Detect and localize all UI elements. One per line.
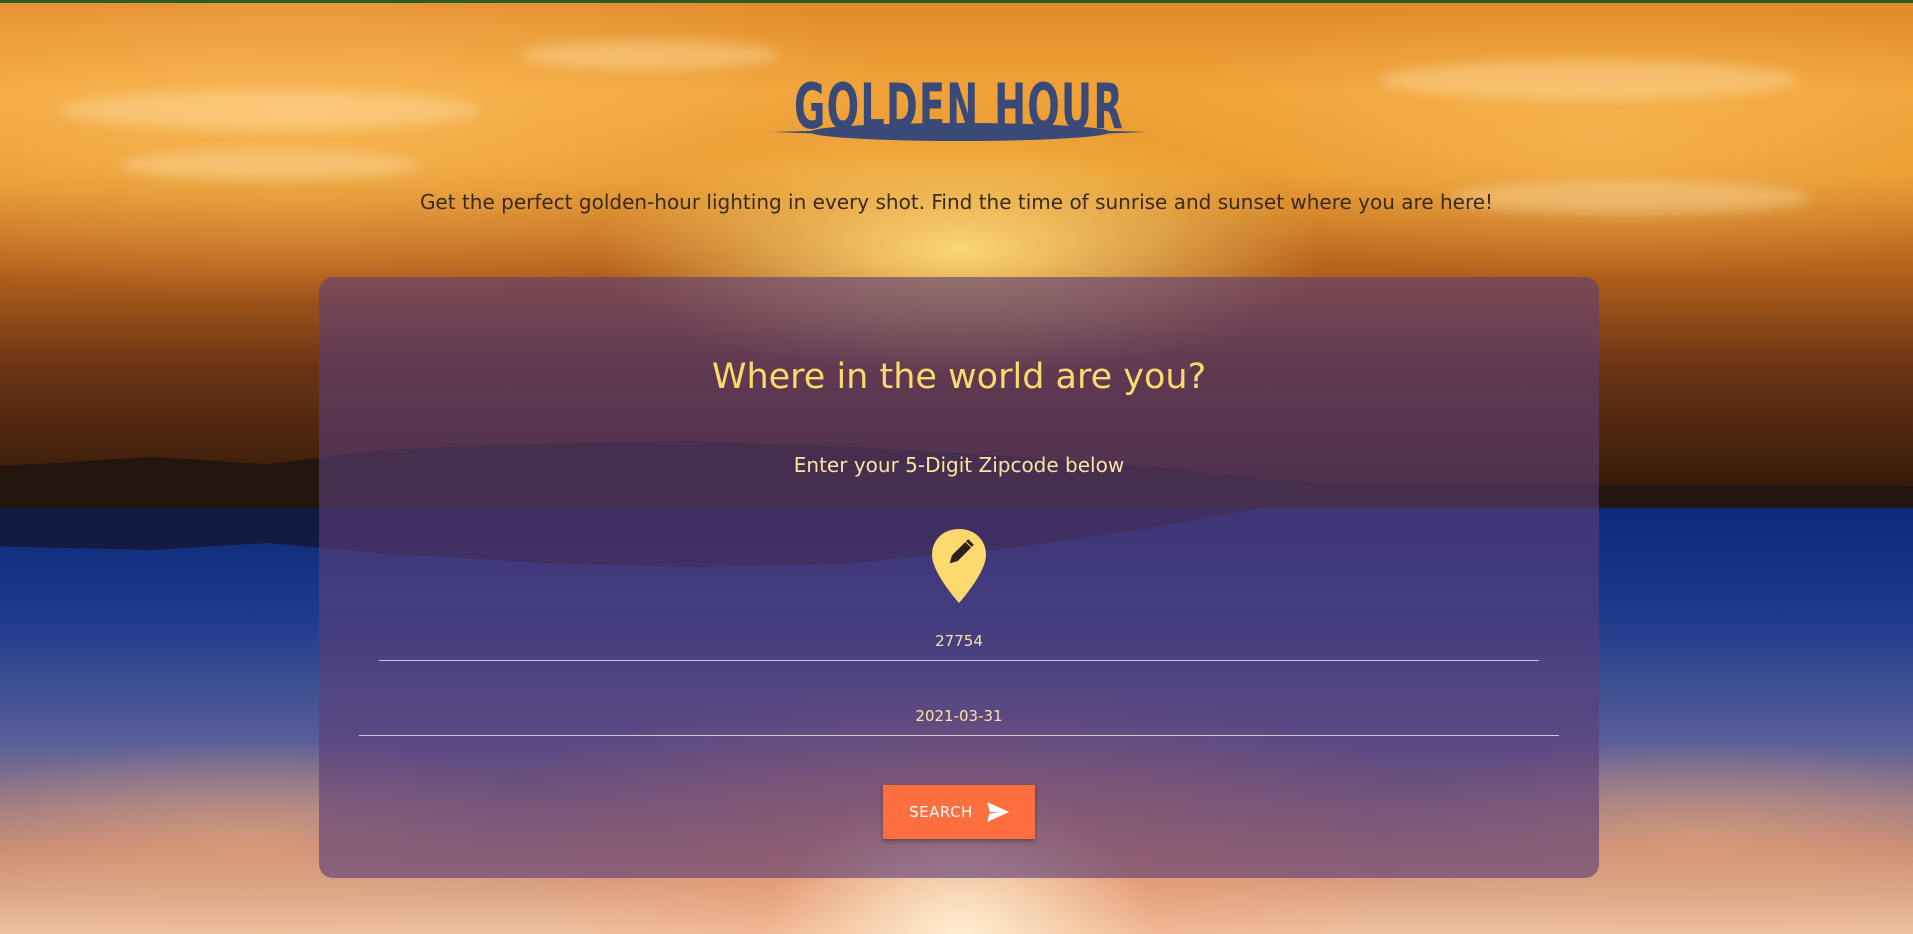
card-subtitle: Enter your 5-Digit Zipcode below — [793, 453, 1125, 477]
cloud — [60, 90, 480, 130]
search-button-label: SEARCH — [909, 803, 973, 821]
date-input[interactable] — [359, 697, 1559, 736]
tagline: Get the perfect golden-hour lighting in … — [419, 190, 1494, 214]
cloud — [1380, 60, 1800, 100]
search-button[interactable]: SEARCH — [883, 785, 1035, 839]
map-pin-pencil-icon — [932, 529, 986, 603]
zipcode-input[interactable] — [379, 622, 1539, 661]
cloud — [120, 150, 420, 180]
golden-hour-logo: GOLDEN HOUR — [772, 70, 1147, 143]
card-title: Where in the world are you? — [711, 357, 1207, 397]
cloud — [520, 40, 780, 70]
top-border — [0, 0, 1913, 3]
logo-text: GOLDEN HOUR — [794, 70, 1124, 143]
send-icon — [986, 802, 1009, 822]
location-card: Where in the world are you? Enter your 5… — [319, 277, 1599, 878]
